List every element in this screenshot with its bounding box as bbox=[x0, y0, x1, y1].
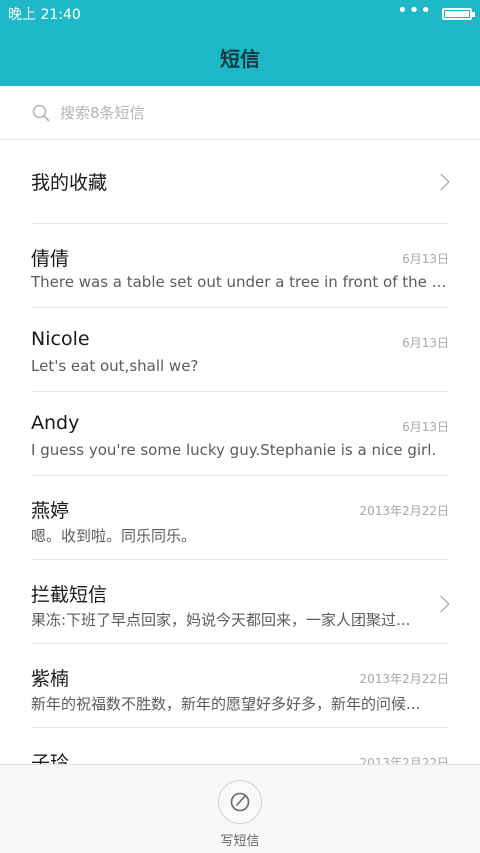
blocked-messages-title: 拦截短信 bbox=[31, 584, 108, 606]
chevron-right-icon bbox=[432, 173, 450, 191]
message-preview: There was a table set out under a tree i… bbox=[31, 273, 448, 291]
page-title: 短信 bbox=[220, 46, 260, 71]
conversation-item[interactable]: 燕婷 2013年2月22日 嗯。收到啦。同乐同乐。 bbox=[31, 476, 449, 560]
message-date: 2013年2月22日 bbox=[359, 672, 449, 686]
bottom-bar: 写短信 bbox=[0, 764, 480, 853]
conversation-item[interactable]: 紫楠 2013年2月22日 新年的祝福数不胜数，新年的愿望好多好多，新年的问候.… bbox=[31, 644, 449, 728]
search-bar[interactable]: 搜索8条短信 bbox=[0, 86, 480, 140]
conversation-item[interactable]: Andy 6月13日 I guess you're some lucky guy… bbox=[31, 392, 449, 476]
message-date: 6月13日 bbox=[402, 336, 449, 350]
status-bar: 晚上 21:40 ••• bbox=[0, 0, 480, 28]
search-icon bbox=[32, 104, 50, 121]
contact-name: 紫楠 bbox=[31, 668, 70, 690]
contact-name: Nicole bbox=[31, 328, 90, 350]
header: 短信 bbox=[0, 28, 480, 86]
search-input[interactable]: 搜索8条短信 bbox=[60, 102, 145, 123]
conversation-list: 我的收藏 倩倩 6月13日 There was a table set out … bbox=[0, 140, 480, 764]
favorites-row[interactable]: 我的收藏 bbox=[31, 140, 450, 224]
compose-label: 写短信 bbox=[220, 834, 260, 849]
battery-icon bbox=[442, 8, 475, 20]
contact-name: 倩倩 bbox=[31, 248, 70, 270]
status-icons: ••• bbox=[397, 0, 475, 21]
conversation-item[interactable]: Nicole 6月13日 Let's eat out,shall we? bbox=[31, 308, 449, 392]
contact-name: Andy bbox=[31, 412, 80, 434]
compose-icon bbox=[230, 792, 250, 812]
message-preview: I guess you're some lucky guy.Stephanie … bbox=[31, 441, 437, 459]
contact-name: 子玲 bbox=[31, 752, 70, 764]
status-time: 晚上 21:40 bbox=[8, 7, 81, 23]
compose-button[interactable] bbox=[218, 780, 262, 824]
message-preview: 新年的祝福数不胜数，新年的愿望好多好多，新年的问候... bbox=[31, 695, 421, 713]
contact-name: 燕婷 bbox=[31, 500, 70, 522]
message-preview: Let's eat out,shall we? bbox=[31, 357, 199, 375]
message-preview: 果冻:下班了早点回家，妈说今天都回来，一家人团聚过... bbox=[31, 611, 411, 629]
message-date: 6月13日 bbox=[402, 252, 449, 266]
more-dots-icon: ••• bbox=[397, 0, 432, 21]
conversation-item[interactable]: 子玲 2013年2月22日 bbox=[31, 728, 449, 764]
blocked-messages-row[interactable]: 拦截短信 果冻:下班了早点回家，妈说今天都回来，一家人团聚过... bbox=[31, 560, 450, 644]
favorites-label: 我的收藏 bbox=[31, 172, 108, 194]
conversation-item[interactable]: 倩倩 6月13日 There was a table set out under… bbox=[31, 224, 449, 308]
message-date: 2013年2月22日 bbox=[359, 504, 449, 518]
message-preview: 嗯。收到啦。同乐同乐。 bbox=[31, 527, 197, 545]
message-date: 6月13日 bbox=[402, 420, 449, 434]
message-date: 2013年2月22日 bbox=[359, 756, 449, 764]
